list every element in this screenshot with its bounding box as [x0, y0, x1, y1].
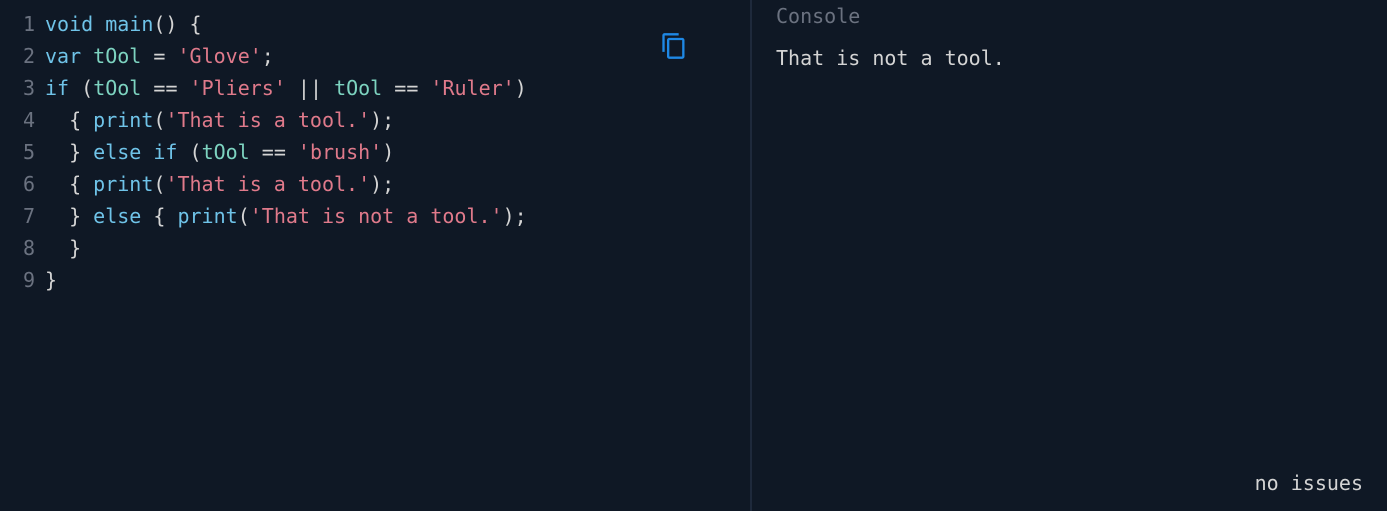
- editor-pane: 123456789 void main() {var tOol = 'Glove…: [0, 0, 750, 511]
- line-number: 4: [0, 104, 35, 136]
- code-line[interactable]: void main() {: [45, 8, 750, 40]
- copy-icon[interactable]: [660, 32, 688, 60]
- line-number: 6: [0, 168, 35, 200]
- line-number: 1: [0, 8, 35, 40]
- issues-status: no issues: [1255, 471, 1363, 495]
- console-title: Console: [776, 4, 1387, 28]
- console-pane: Console That is not a tool. no issues: [752, 0, 1387, 511]
- code-line[interactable]: var tOol = 'Glove';: [45, 40, 750, 72]
- line-number: 2: [0, 40, 35, 72]
- code-content[interactable]: void main() {var tOol = 'Glove';if (tOol…: [45, 8, 750, 296]
- code-line[interactable]: { print('That is a tool.');: [45, 168, 750, 200]
- code-line[interactable]: }: [45, 232, 750, 264]
- line-number: 8: [0, 232, 35, 264]
- code-line[interactable]: { print('That is a tool.');: [45, 104, 750, 136]
- code-line[interactable]: if (tOol == 'Pliers' || tOol == 'Ruler'): [45, 72, 750, 104]
- code-area[interactable]: 123456789 void main() {var tOol = 'Glove…: [0, 8, 750, 296]
- line-number: 7: [0, 200, 35, 232]
- line-number: 9: [0, 264, 35, 296]
- code-line[interactable]: }: [45, 264, 750, 296]
- line-number-gutter: 123456789: [0, 8, 45, 296]
- code-line[interactable]: } else { print('That is not a tool.');: [45, 200, 750, 232]
- line-number: 3: [0, 72, 35, 104]
- code-line[interactable]: } else if (tOol == 'brush'): [45, 136, 750, 168]
- console-output: That is not a tool.: [776, 46, 1387, 70]
- line-number: 5: [0, 136, 35, 168]
